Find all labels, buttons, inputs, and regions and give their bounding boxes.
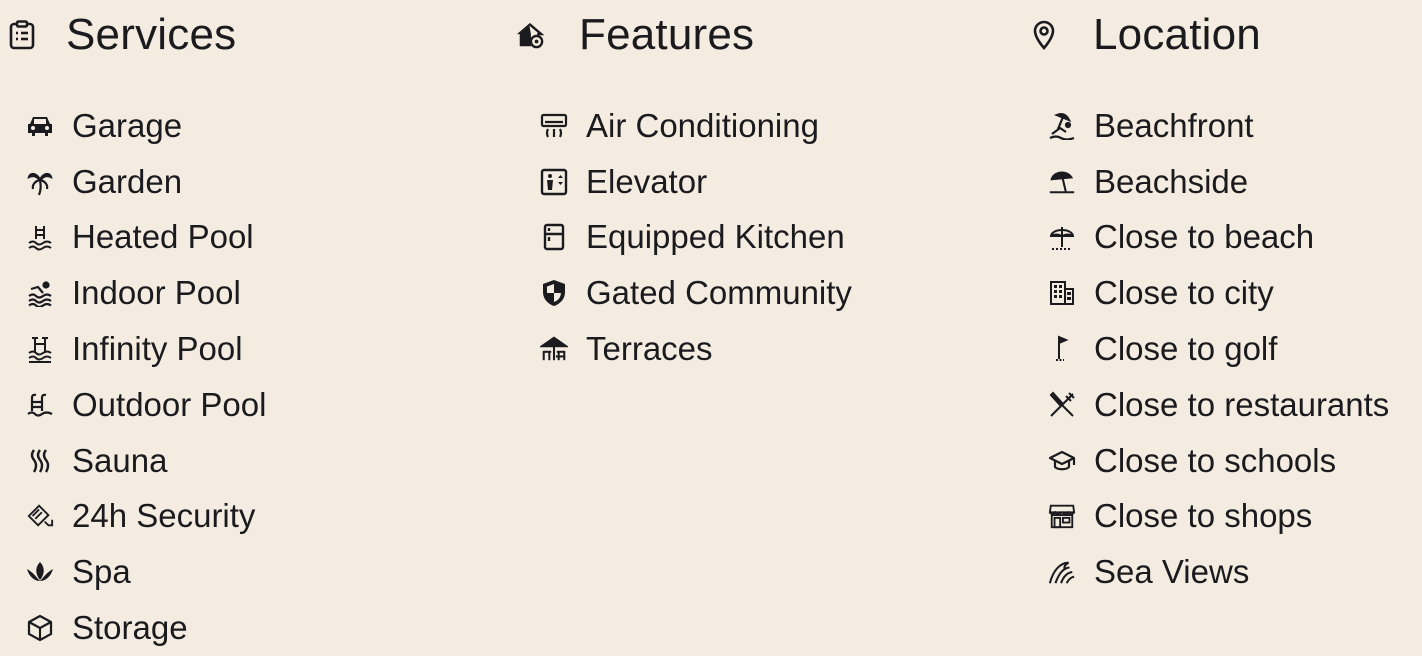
item-label: Spa — [72, 553, 131, 591]
item-label: Beachfront — [1094, 106, 1254, 144]
list-item: Close to city — [1048, 265, 1389, 321]
list-item: Beachside — [1048, 154, 1389, 210]
list-item: Close to schools — [1048, 433, 1389, 489]
pool-ladder-icon — [26, 391, 54, 419]
list-item: Beachfront — [1048, 98, 1389, 154]
list-item: Outdoor Pool — [26, 377, 266, 433]
list-item: Close to beach — [1048, 210, 1389, 266]
security-camera-icon — [26, 502, 54, 530]
beach-umbrella-icon — [1048, 168, 1076, 196]
item-label: Air Conditioning — [586, 106, 819, 144]
shop-icon — [1048, 502, 1076, 530]
beach-person-icon — [1048, 112, 1076, 140]
house-gear-icon — [516, 20, 544, 50]
item-label: Close to restaurants — [1094, 385, 1390, 423]
shield-icon — [540, 279, 568, 307]
item-label: Elevator — [586, 162, 708, 200]
features-column: Features Air Conditioning Elevator Equip… — [516, 0, 852, 367]
list-item: Close to golf — [1048, 321, 1389, 377]
services-title: Services — [66, 10, 237, 59]
heated-pool-icon — [26, 223, 54, 251]
utensils-icon — [1048, 391, 1076, 419]
golf-flag-icon — [1048, 335, 1076, 363]
parasol-icon — [1048, 223, 1076, 251]
location-list: Beachfront Beachside Close to beach Clos… — [1048, 98, 1389, 600]
list-item: Equipped Kitchen — [540, 210, 852, 266]
features-header: Features — [516, 0, 754, 70]
list-item: Terraces — [540, 321, 852, 377]
graduation-cap-icon — [1048, 447, 1076, 475]
item-label: Garden — [72, 162, 183, 200]
item-label: Garage — [72, 106, 183, 144]
item-label: 24h Security — [72, 497, 256, 535]
item-label: Equipped Kitchen — [586, 218, 845, 256]
features-title: Features — [579, 10, 755, 59]
fridge-icon — [540, 223, 568, 251]
list-item: Garage — [26, 98, 266, 154]
item-label: Infinity Pool — [72, 330, 243, 368]
item-label: Heated Pool — [72, 218, 254, 256]
item-label: Close to beach — [1094, 218, 1315, 256]
item-label: Storage — [72, 609, 188, 647]
list-item: Indoor Pool — [26, 265, 266, 321]
location-column: Location Beachfront Beachside Close to b… — [1030, 0, 1389, 590]
item-label: Close to schools — [1094, 441, 1337, 479]
item-label: Sea Views — [1094, 553, 1250, 591]
car-icon — [26, 112, 54, 140]
services-column: Services Garage Garden Heated Pool Indoo… — [8, 0, 266, 646]
list-item: Air Conditioning — [540, 98, 852, 154]
wave-icon — [1048, 558, 1076, 586]
list-item: Close to restaurants — [1048, 377, 1389, 433]
item-label: Close to golf — [1094, 330, 1278, 368]
item-label: Beachside — [1094, 162, 1249, 200]
services-list: Garage Garden Heated Pool Indoor Pool In… — [26, 98, 266, 656]
elevator-icon — [540, 168, 568, 196]
list-item: Infinity Pool — [26, 321, 266, 377]
building-icon — [1048, 279, 1076, 307]
item-label: Sauna — [72, 441, 168, 479]
map-pin-icon — [1030, 20, 1058, 50]
features-list: Air Conditioning Elevator Equipped Kitch… — [540, 98, 852, 377]
swimmer-icon — [26, 279, 54, 308]
item-label: Terraces — [586, 330, 713, 368]
list-item: Sea Views — [1048, 544, 1389, 600]
palm-tree-icon — [26, 168, 54, 196]
infinity-pool-icon — [26, 335, 54, 364]
location-title: Location — [1093, 10, 1261, 59]
clipboard-icon — [8, 20, 36, 50]
list-item: Spa — [26, 544, 266, 600]
list-item: Heated Pool — [26, 210, 266, 266]
item-label: Close to city — [1094, 274, 1274, 312]
location-header: Location — [1030, 0, 1261, 70]
list-item: Gated Community — [540, 265, 852, 321]
services-header: Services — [8, 0, 236, 70]
item-label: Indoor Pool — [72, 274, 241, 312]
item-label: Outdoor Pool — [72, 385, 267, 423]
list-item: Garden — [26, 154, 266, 210]
list-item: 24h Security — [26, 489, 266, 545]
air-conditioner-icon — [540, 112, 568, 140]
list-item: Storage — [26, 600, 266, 656]
list-item: Sauna — [26, 433, 266, 489]
list-item: Close to shops — [1048, 489, 1389, 545]
box-icon — [26, 614, 54, 642]
lotus-icon — [26, 558, 54, 586]
list-item: Elevator — [540, 154, 852, 210]
steam-icon — [26, 447, 54, 475]
item-label: Gated Community — [586, 274, 852, 312]
item-label: Close to shops — [1094, 497, 1313, 535]
terrace-icon — [540, 335, 568, 363]
